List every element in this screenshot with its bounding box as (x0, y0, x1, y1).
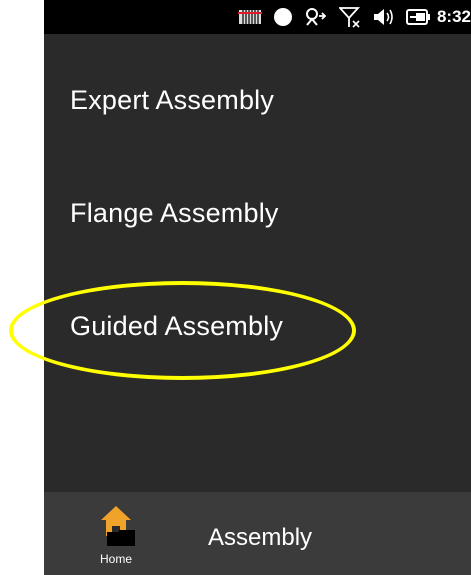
home-label: Home (99, 552, 132, 566)
volume-icon (373, 9, 393, 25)
battery-icon (405, 9, 430, 25)
menu-item-expert-assembly[interactable]: Expert Assembly (70, 85, 274, 116)
app-bar: Home Assembly (44, 492, 471, 575)
no-signal-icon (338, 7, 360, 28)
status-bar: 8:32 (44, 0, 471, 34)
menu-item-guided-assembly[interactable]: Guided Assembly (70, 311, 283, 342)
network-activity-icon (305, 8, 327, 26)
status-clock: 8:32 (436, 7, 471, 26)
record-dot-icon (273, 8, 292, 26)
device-screen: 8:32 Expert Assembly Flange Assembly Gui… (44, 0, 471, 575)
menu-item-flange-assembly[interactable]: Flange Assembly (70, 198, 279, 229)
home-button[interactable]: Home (92, 500, 140, 570)
page-title: Assembly (208, 524, 313, 551)
signal-bars-icon (237, 10, 262, 24)
home-icon (101, 506, 135, 546)
